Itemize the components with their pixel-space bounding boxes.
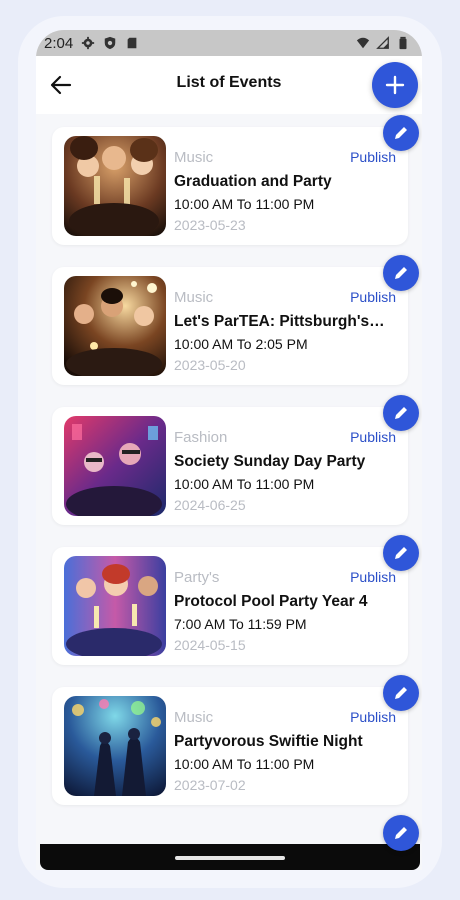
status-time: 2:04	[44, 34, 74, 52]
edit-event-button[interactable]	[383, 255, 419, 291]
event-list: Music Publish Graduation and Party 10:00…	[36, 114, 422, 851]
wifi-icon	[356, 37, 370, 49]
edit-event-button[interactable]	[383, 115, 419, 151]
event-image	[64, 416, 166, 516]
shield-icon	[104, 36, 116, 50]
event-category: Fashion	[174, 429, 228, 446]
event-title: Partyvorous Swiftie Night	[174, 733, 363, 750]
event-card[interactable]: Fashion Publish Society Sunday Day Party…	[52, 407, 408, 525]
status-bar: 2:04	[36, 30, 422, 56]
pencil-icon	[395, 407, 407, 419]
publish-status[interactable]: Publish	[350, 149, 396, 165]
event-card[interactable]: Music Publish Partyvorous Swiftie Night …	[52, 687, 408, 805]
system-navigation-bar	[40, 844, 420, 870]
signal-icon	[376, 36, 389, 49]
app-screen: 2:04 List of Events Music Publish Gradua…	[36, 30, 422, 870]
edit-event-button[interactable]	[383, 675, 419, 711]
event-card[interactable]: Music Publish Graduation and Party 10:00…	[52, 127, 408, 245]
event-time: 7:00 AM To 11:59 PM	[174, 616, 307, 632]
add-event-button[interactable]	[372, 62, 418, 108]
edit-event-button[interactable]	[383, 815, 419, 851]
publish-status[interactable]: Publish	[350, 569, 396, 585]
publish-status[interactable]: Publish	[350, 429, 396, 445]
event-date: 2023-07-02	[174, 777, 246, 793]
event-date: 2023-05-23	[174, 217, 246, 233]
home-gesture-handle[interactable]	[175, 856, 285, 860]
app-header: List of Events	[36, 56, 422, 114]
event-title: Graduation and Party	[174, 173, 332, 190]
event-title: Society Sunday Day Party	[174, 453, 366, 470]
event-image	[64, 276, 166, 376]
event-category: Music	[174, 149, 214, 166]
event-card[interactable]: Music Publish Let's ParTEA: Pittsburgh's…	[52, 267, 408, 385]
event-category: Party's	[174, 569, 220, 586]
pencil-icon	[395, 687, 407, 699]
pencil-icon	[395, 267, 407, 279]
event-image	[64, 696, 166, 796]
edit-event-button[interactable]	[383, 535, 419, 571]
pencil-icon	[395, 127, 407, 139]
event-time: 10:00 AM To 11:00 PM	[174, 476, 315, 492]
plus-icon	[385, 75, 405, 95]
pencil-icon	[395, 827, 407, 839]
event-date: 2024-06-25	[174, 497, 246, 513]
event-title: Protocol Pool Party Year 4	[174, 593, 368, 610]
event-time: 10:00 AM To 11:00 PM	[174, 196, 315, 212]
publish-status[interactable]: Publish	[350, 709, 396, 725]
edit-event-button[interactable]	[383, 395, 419, 431]
page-title: List of Events	[176, 74, 282, 91]
event-image	[64, 136, 166, 236]
event-date: 2024-05-15	[174, 637, 246, 653]
pencil-icon	[395, 547, 407, 559]
battery-icon	[399, 36, 407, 50]
sd-card-icon	[127, 37, 137, 49]
event-time: 10:00 AM To 11:00 PM	[174, 756, 315, 772]
event-category: Music	[174, 289, 214, 306]
gear-icon	[82, 36, 95, 50]
event-card[interactable]: Party's Publish Protocol Pool Party Year…	[52, 547, 408, 665]
publish-status[interactable]: Publish	[350, 289, 396, 305]
event-category: Music	[174, 709, 214, 726]
event-title: Let's ParTEA: Pittsburgh's ...	[174, 313, 386, 330]
event-image	[64, 556, 166, 656]
event-time: 10:00 AM To 2:05 PM	[174, 336, 308, 352]
event-date: 2023-05-20	[174, 357, 246, 373]
